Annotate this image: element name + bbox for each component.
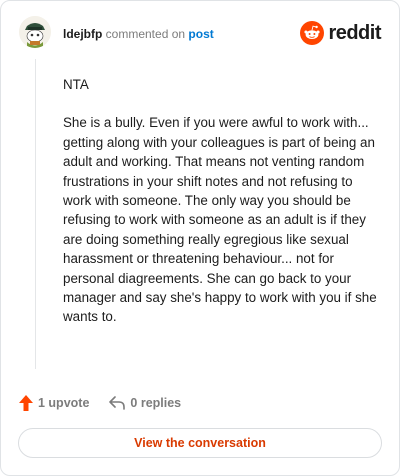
commented-on-text: commented on (105, 27, 186, 41)
comment-body: NTA She is a bully. Even if you were awf… (63, 75, 383, 346)
reddit-wordmark: reddit (328, 22, 381, 44)
post-link[interactable]: post (188, 27, 213, 41)
upvote-arrow-icon (19, 395, 33, 411)
comment-paragraph: NTA (63, 77, 89, 92)
comment-actions: 1 upvote 0 replies (19, 395, 181, 411)
username-link[interactable]: ldejbfp (63, 27, 102, 41)
avatar[interactable] (19, 16, 51, 48)
replies-button[interactable]: 0 replies (109, 396, 181, 410)
upvote-count: 1 upvote (38, 396, 90, 410)
embedded-comment-card: ldejbfp commented on post reddit NTA She… (0, 0, 400, 476)
reddit-logo[interactable]: reddit (300, 21, 381, 45)
snoo-avatar-icon (19, 16, 51, 48)
comment-paragraph: She is a bully. Even if you were awful t… (63, 115, 377, 325)
view-conversation-button[interactable]: View the conversation (18, 428, 382, 458)
reply-arrow-icon (109, 396, 126, 410)
upvote-button[interactable]: 1 upvote (19, 395, 89, 411)
thread-line (35, 59, 36, 369)
comment-header: ldejbfp commented on post (63, 26, 214, 42)
reddit-snoo-icon (300, 21, 325, 45)
reply-count: 0 replies (130, 396, 182, 410)
